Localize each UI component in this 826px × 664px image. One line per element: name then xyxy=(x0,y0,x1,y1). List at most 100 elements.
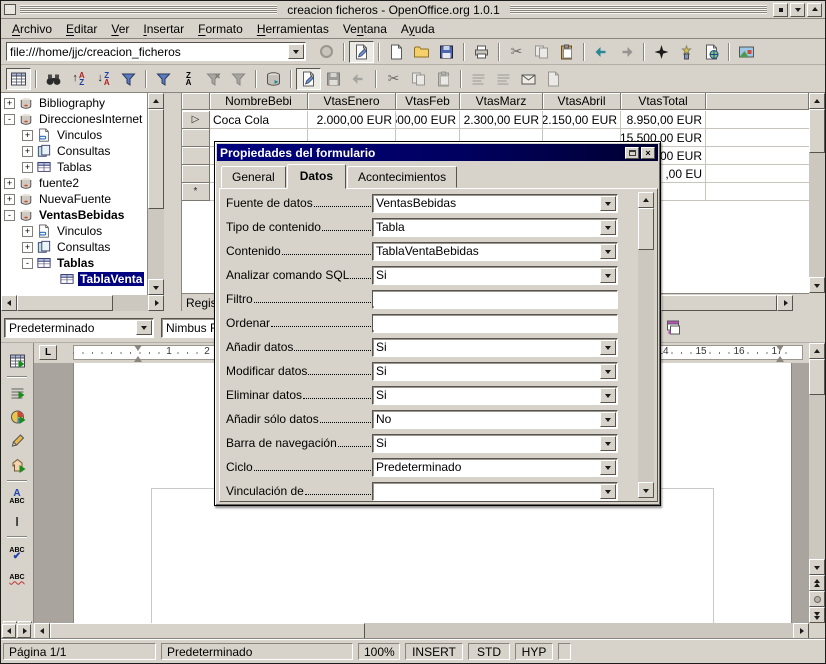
scrollbar-thumb[interactable] xyxy=(809,109,825,153)
shade-button[interactable] xyxy=(790,3,805,17)
table-cell[interactable]: 2.500,00 EUR xyxy=(396,111,460,129)
dropdown-button[interactable] xyxy=(600,244,616,259)
dialog-close-button[interactable]: × xyxy=(641,147,655,159)
dropdown-button[interactable] xyxy=(600,196,616,211)
tab-acontecimientos[interactable]: Acontecimientos xyxy=(347,166,457,188)
pane-splitter[interactable] xyxy=(164,93,182,311)
tree-item-bibliography[interactable]: +Bibliography xyxy=(1,95,147,111)
expander[interactable]: - xyxy=(22,258,33,269)
save-button[interactable] xyxy=(434,41,459,63)
edit-file-button[interactable] xyxy=(349,41,374,63)
scroll-up-button[interactable] xyxy=(148,93,164,109)
column-header-vtasenero[interactable]: VtasEnero xyxy=(308,93,396,110)
vinculacion-combobox[interactable] xyxy=(372,482,618,501)
scrollbar-thumb[interactable] xyxy=(50,623,365,639)
tree-vertical-scrollbar[interactable] xyxy=(148,93,164,295)
sort-descending-button[interactable]: ↓ZA xyxy=(91,68,116,90)
window-icon[interactable] xyxy=(4,4,16,15)
menu-ayuda[interactable]: Ayuda xyxy=(394,20,442,38)
toolbar-scroll-left-button[interactable] xyxy=(2,624,16,638)
menu-herramientas[interactable]: Herramientas xyxy=(250,20,336,38)
tab-general[interactable]: General xyxy=(221,166,286,188)
tree-item-direccionesinternet[interactable]: -DireccionesInternet xyxy=(1,111,147,127)
table-cell[interactable]: Coca Cola xyxy=(210,111,308,129)
dropdown-button[interactable] xyxy=(600,436,616,451)
paragraph-style-combobox[interactable]: Predeterminado xyxy=(4,318,154,338)
autotext-button[interactable]: AABC xyxy=(4,485,30,509)
expander[interactable]: + xyxy=(22,226,33,237)
copy-button[interactable] xyxy=(406,68,431,90)
dialog-scrollbar[interactable] xyxy=(638,192,654,498)
scrollbar-thumb[interactable] xyxy=(638,208,654,250)
eliminar-datos-combobox[interactable]: Si xyxy=(372,386,618,405)
tree-item-ventasbebidas[interactable]: -VentasBebidas xyxy=(1,207,147,223)
page-style-indicator[interactable]: Predeterminado xyxy=(161,643,353,660)
dialog-minimize-button[interactable] xyxy=(625,147,639,159)
scroll-up-button[interactable] xyxy=(809,93,825,109)
tree-item-consultas[interactable]: +Consultas xyxy=(1,239,147,255)
dropdown-button[interactable] xyxy=(600,484,616,499)
document-horizontal-scrollbar[interactable] xyxy=(1,623,825,639)
undo-button[interactable] xyxy=(589,41,614,63)
new-record-marker[interactable]: * xyxy=(182,183,210,201)
tree-item-nuevafuente[interactable]: +NuevaFuente xyxy=(1,191,147,207)
menu-insertar[interactable]: Insertar xyxy=(136,20,191,38)
copy-button[interactable] xyxy=(529,41,554,63)
hyperlink-mode-indicator[interactable]: HYP xyxy=(515,643,553,660)
tree-item-vinculos[interactable]: +Vinculos xyxy=(1,223,147,239)
stop-button[interactable] xyxy=(314,41,339,63)
expander[interactable]: + xyxy=(22,146,33,157)
scroll-down-button[interactable] xyxy=(809,559,825,575)
insert-fields-button[interactable] xyxy=(4,381,30,405)
find-record-button[interactable] xyxy=(41,68,66,90)
row-marker[interactable] xyxy=(182,165,210,183)
dropdown-button[interactable] xyxy=(600,364,616,379)
tab-datos[interactable]: Datos xyxy=(287,164,346,189)
maximize-button[interactable] xyxy=(807,3,822,17)
zoom-indicator[interactable]: 100% xyxy=(358,643,400,660)
table-vertical-scrollbar[interactable] xyxy=(809,93,825,293)
insert-table-button[interactable] xyxy=(4,349,30,373)
table-cell[interactable]: 2.300,00 EUR xyxy=(460,111,543,129)
filtro-field[interactable] xyxy=(372,290,618,309)
hyperlink-dialog-button[interactable] xyxy=(699,41,724,63)
menu-ver[interactable]: Ver xyxy=(104,20,136,38)
remove-filter-button[interactable] xyxy=(201,68,226,90)
scroll-left-button[interactable] xyxy=(34,623,50,639)
bullets-button[interactable] xyxy=(662,317,687,339)
gallery-button[interactable] xyxy=(734,41,759,63)
dropdown-button[interactable] xyxy=(600,412,616,427)
page-indicator[interactable]: Página 1/1 xyxy=(3,643,156,660)
scrollbar-thumb[interactable] xyxy=(17,295,113,311)
paste-button[interactable] xyxy=(554,41,579,63)
navigation-button[interactable] xyxy=(809,591,825,607)
paste-button[interactable] xyxy=(431,68,456,90)
autospellcheck-button[interactable]: ABC xyxy=(4,565,30,589)
document-vertical-scrollbar[interactable] xyxy=(809,343,825,623)
scroll-right-button[interactable] xyxy=(777,295,793,311)
scroll-down-button[interactable] xyxy=(638,482,654,498)
toolbar-scroll-right-button[interactable] xyxy=(17,624,31,638)
modificar-datos-combobox[interactable]: Si xyxy=(372,362,618,381)
menu-formato[interactable]: Formato xyxy=(191,20,250,38)
save-record-button[interactable] xyxy=(321,68,346,90)
menu-editar[interactable]: Editar xyxy=(59,20,104,38)
current-document-button[interactable] xyxy=(541,68,566,90)
row-marker[interactable] xyxy=(182,129,210,147)
right-indent-marker[interactable] xyxy=(776,345,784,362)
tree-item-tablas[interactable]: +Tablas xyxy=(1,159,147,175)
url-combobox[interactable] xyxy=(6,42,306,61)
row-marker[interactable] xyxy=(182,147,210,165)
previous-page-button[interactable] xyxy=(809,575,825,591)
draw-functions-button[interactable] xyxy=(4,429,30,453)
barra-navegacion-combobox[interactable]: Si xyxy=(372,434,618,453)
apply-filter-button[interactable] xyxy=(226,68,251,90)
scrollbar-thumb[interactable] xyxy=(809,359,825,395)
sort-order-button[interactable]: ZA xyxy=(176,68,201,90)
url-input[interactable] xyxy=(7,45,288,59)
anadir-datos-combobox[interactable]: Si xyxy=(372,338,618,357)
dropdown-button[interactable] xyxy=(600,340,616,355)
form-functions-button[interactable] xyxy=(4,453,30,477)
column-header-vtasfeb[interactable]: VtasFeb xyxy=(396,93,460,110)
row-marker[interactable]: ▷ xyxy=(182,111,210,129)
